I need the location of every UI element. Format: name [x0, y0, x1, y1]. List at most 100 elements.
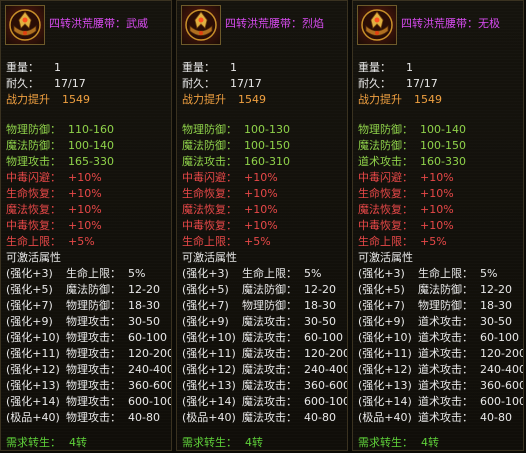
enhancement-row: (极品+40) 魔法攻击： 40-80 — [182, 410, 347, 426]
enhancement-row: (强化+13) 物理攻击： 360-600 — [6, 378, 171, 394]
enhancement-label: 魔法防御： — [418, 283, 473, 296]
bonus-row: 生命恢复： +10% — [182, 186, 347, 202]
durability-label: 耐久： — [6, 77, 39, 90]
bonus-label: 生命上限： — [6, 235, 61, 248]
power-label: 战力提升 — [182, 93, 226, 106]
bonus-row: 魔法恢复： +10% — [182, 202, 347, 218]
bonus-row: 中毒闪避： +10% — [6, 170, 171, 186]
enhancement-value: 600-1000 — [304, 395, 347, 408]
enhancement-label: 道术攻击： — [418, 363, 473, 376]
enhancement-label: 物理攻击： — [66, 395, 121, 408]
power-row: 战力提升 1549 — [358, 92, 523, 108]
enhancement-label: 道术攻击： — [418, 315, 473, 328]
enhancement-level: (强化+10) — [182, 331, 236, 344]
enhancement-label: 魔法攻击： — [242, 315, 297, 328]
enhancement-row: (强化+10) 魔法攻击： 60-100 — [182, 330, 347, 346]
enhancement-label: 魔法攻击： — [242, 411, 297, 424]
durability-row: 耐久： 17/17 — [182, 76, 347, 92]
enhancement-label: 魔法防御： — [66, 283, 121, 296]
bonus-row: 中毒闪避： +10% — [358, 170, 523, 186]
durability-row: 耐久： 17/17 — [358, 76, 523, 92]
bonus-row: 中毒恢复： +10% — [182, 218, 347, 234]
bonus-label: 魔法恢复： — [182, 203, 237, 216]
enhancement-value: 120-200 — [480, 347, 524, 360]
enhancement-value: 5% — [304, 267, 322, 280]
enhancement-label: 生命上限： — [242, 267, 297, 280]
enhancement-value: 240-400 — [304, 363, 348, 376]
attribute-value: 160-310 — [244, 155, 290, 168]
enhancement-label: 物理攻击： — [66, 331, 121, 344]
enhancement-level: (强化+12) — [6, 363, 60, 376]
weight-label: 重量： — [182, 61, 215, 74]
attribute-row: 物理防御： 100-130 — [182, 122, 347, 138]
bonus-value: +10% — [420, 203, 454, 216]
bonus-value: +10% — [244, 187, 278, 200]
attribute-label: 魔法防御： — [182, 139, 237, 152]
enhancement-label: 物理防御： — [242, 299, 297, 312]
enhancement-level: (强化+9) — [6, 315, 53, 328]
enhancement-value: 18-30 — [480, 299, 512, 312]
belt-icon — [181, 5, 221, 45]
power-row: 战力提升 1549 — [182, 92, 347, 108]
bonus-row: 生命恢复： +10% — [358, 186, 523, 202]
enhancement-value: 240-400 — [128, 363, 172, 376]
enhancement-level: (强化+9) — [182, 315, 229, 328]
enhancement-row: (强化+9) 物理攻击： 30-50 — [6, 314, 171, 330]
enhancement-level: (强化+7) — [358, 299, 405, 312]
enhancement-label: 生命上限： — [66, 267, 121, 280]
enhancement-value: 18-30 — [128, 299, 160, 312]
enhancement-value: 40-80 — [128, 411, 160, 424]
belt-icon — [357, 5, 397, 45]
enhancement-level: (强化+7) — [182, 299, 229, 312]
enhancement-label: 道术攻击： — [418, 347, 473, 360]
durability-value: 17/17 — [54, 77, 86, 90]
enhancement-label: 物理攻击： — [66, 315, 121, 328]
enhancement-label: 物理攻击： — [66, 347, 121, 360]
enhancement-row: (极品+40) 物理攻击： 40-80 — [6, 410, 171, 426]
enhancement-row: (强化+7) 物理防御： 18-30 — [6, 298, 171, 314]
enhancement-value: 60-100 — [304, 331, 343, 344]
bonus-row: 生命恢复： +10% — [6, 186, 171, 202]
enhancement-row: (强化+5) 魔法防御： 12-20 — [6, 282, 171, 298]
weight-row: 重量： 1 — [182, 60, 347, 76]
power-label: 战力提升 — [6, 93, 50, 106]
bonus-label: 生命恢复： — [182, 187, 237, 200]
enhancement-level: (强化+12) — [182, 363, 236, 376]
attribute-label: 物理攻击： — [6, 155, 61, 168]
enhancement-label: 物理攻击： — [66, 379, 121, 392]
enhancement-row: (强化+9) 道术攻击： 30-50 — [358, 314, 523, 330]
enhancement-level: (强化+3) — [6, 267, 53, 280]
enhancement-value: 12-20 — [128, 283, 160, 296]
power-value: 1549 — [414, 93, 442, 106]
enhancement-level: (极品+40) — [6, 411, 60, 424]
durability-label: 耐久： — [182, 77, 215, 90]
enhancement-value: 360-600 — [304, 379, 348, 392]
requirement-label: 需求转生： — [6, 436, 61, 449]
enhancement-level: (强化+11) — [182, 347, 236, 360]
bonus-value: +10% — [68, 203, 102, 216]
bonus-value: +10% — [244, 171, 278, 184]
enhancement-row: (强化+3) 生命上限： 5% — [182, 266, 347, 282]
enhancement-row: (强化+10) 道术攻击： 60-100 — [358, 330, 523, 346]
enhancement-level: (强化+9) — [358, 315, 405, 328]
bonus-label: 生命上限： — [182, 235, 237, 248]
weight-value: 1 — [406, 61, 413, 74]
attribute-label: 魔法防御： — [358, 139, 413, 152]
item-stats: 重量： 1 耐久： 17/17 战力提升 1549 物理防御： 100-140 魔法防御… — [358, 60, 523, 426]
weight-row: 重量： 1 — [6, 60, 171, 76]
enhancement-row: (强化+13) 魔法攻击： 360-600 — [182, 378, 347, 394]
enhancement-level: (强化+13) — [182, 379, 236, 392]
enhancement-row: (强化+12) 物理攻击： 240-400 — [6, 362, 171, 378]
enhancement-value: 30-50 — [480, 315, 512, 328]
enhancement-row: (强化+14) 物理攻击： 600-1000 — [6, 394, 171, 410]
requirement-row: 需求转生： 4转 — [6, 435, 87, 450]
bonus-label: 中毒闪避： — [6, 171, 61, 184]
enhancement-label: 道术攻击： — [418, 379, 473, 392]
item-tooltips: 四转洪荒腰带：武威 重量： 1 耐久： 17/17 战力提升 1549 物理防御： 11… — [0, 0, 526, 453]
attribute-label: 物理防御： — [6, 123, 61, 136]
enhancement-value: 360-600 — [480, 379, 524, 392]
attribute-row: 物理攻击： 165-330 — [6, 154, 171, 170]
weight-value: 1 — [54, 61, 61, 74]
enhancement-label: 魔法攻击： — [242, 363, 297, 376]
attribute-value: 100-130 — [244, 123, 290, 136]
